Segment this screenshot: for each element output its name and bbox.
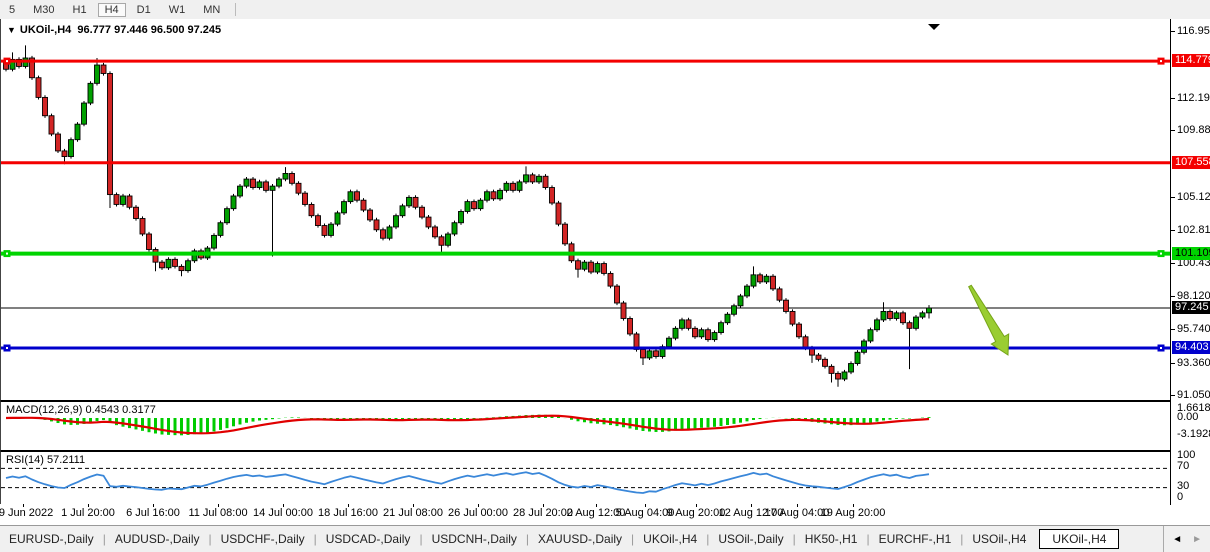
candlestick-chart — [1, 19, 1171, 399]
rsi-value: 57.2111 — [47, 454, 85, 466]
chart-tab-eurusd-daily[interactable]: EURUSD-,Daily — [0, 529, 103, 549]
timeframe-button-w1[interactable]: W1 — [162, 3, 193, 17]
time-axis-label: 18 Jul 16:00 — [318, 507, 378, 519]
chart-tab-audusd-daily[interactable]: AUDUSD-,Daily — [106, 529, 209, 549]
price-tick — [1171, 329, 1175, 330]
chart-ohlc-values: 96.777 97.446 96.500 97.245 — [77, 24, 221, 36]
price-tick-label: 102.810 — [1177, 224, 1210, 236]
timeframe-button-h1[interactable]: H1 — [66, 3, 94, 17]
time-axis-label: 28 Jul 20:00 — [513, 507, 573, 519]
price-tick-label: 116.950 — [1177, 25, 1210, 37]
price-tick — [1171, 130, 1175, 131]
price-tick — [1171, 31, 1175, 32]
timeframe-button-h4[interactable]: H4 — [98, 3, 126, 17]
macd-values: 0.4543 0.3177 — [85, 404, 155, 416]
price-tick-label: 93.360 — [1177, 357, 1210, 369]
tab-scroll-nav: ◄► — [1163, 526, 1210, 552]
price-tick — [1171, 230, 1175, 231]
price-tick — [1171, 296, 1175, 297]
timeframe-button-5[interactable]: 5 — [2, 3, 22, 17]
price-tick-label: 95.740 — [1177, 323, 1210, 335]
chart-tab-ukoil-h4[interactable]: UKOil-,H4 — [634, 529, 706, 549]
rsi-plot — [1, 452, 1171, 502]
main-chart-panel: ▼ UKOil-,H4 96.777 97.446 96.500 97.245 — [0, 19, 1171, 401]
chart-tab-usdcnh-daily[interactable]: USDCNH-,Daily — [423, 529, 526, 549]
macd-indicator-panel: MACD(12,26,9) 0.4543 0.3177 — [0, 401, 1171, 451]
time-axis-label: 14 Jul 00:00 — [253, 507, 313, 519]
toolbar-separator — [235, 3, 236, 16]
resistance-line-lower-price-badge: 107.558 — [1172, 156, 1210, 169]
chart-tab-usoil-h4[interactable]: USOil-,H4 — [963, 529, 1035, 549]
time-axis-label: 21 Jul 08:00 — [383, 507, 443, 519]
rsi-indicator-panel: RSI(14) 57.2111 — [0, 451, 1171, 505]
time-axis-label: 5 Aug 04:00 — [616, 507, 675, 519]
candles-layer — [4, 45, 932, 386]
time-axis-label: 9 Aug 20:00 — [667, 507, 726, 519]
time-axis[interactable]: 29 Jun 2022 1 Jul 20:00 6 Jul 16:00 11 Jul … — [0, 504, 1170, 524]
price-tick — [1171, 395, 1175, 396]
price-tick-label: 91.050 — [1177, 389, 1210, 401]
macd-plot — [1, 402, 1171, 448]
timeframe-toolbar: 5 M30 H1 H4 D1 W1MN — [0, 0, 1210, 20]
chart-tab-bar: EURUSD-,Daily|AUDUSD-,Daily|USDCHF-,Dail… — [0, 525, 1210, 552]
time-axis-label: 26 Jul 00:00 — [448, 507, 508, 519]
chart-title: ▼ UKOil-,H4 96.777 97.446 96.500 97.245 — [7, 24, 221, 36]
price-tick-label: 98.120 — [1177, 290, 1210, 302]
down-arrow-annotation[interactable] — [969, 285, 1009, 355]
time-axis-label: 6 Jul 16:00 — [126, 507, 180, 519]
rsi-label: RSI(14) 57.2111 — [6, 454, 85, 466]
chart-symbol: UKOil-,H4 — [20, 24, 71, 36]
chart-tab-usoil-daily[interactable]: USOil-,Daily — [709, 529, 792, 549]
chart-tab-usdcad-daily[interactable]: USDCAD-,Daily — [317, 529, 420, 549]
price-tick — [1171, 197, 1175, 198]
timeframe-button-m30[interactable]: M30 — [26, 3, 61, 17]
tab-scroll-left-icon[interactable]: ◄ — [1172, 534, 1182, 545]
chart-tab-hk50-h1[interactable]: HK50-,H1 — [796, 529, 867, 549]
time-axis-label: 1 Jul 20:00 — [61, 507, 115, 519]
rsi-line — [6, 472, 929, 493]
macd-label: MACD(12,26,9) 0.4543 0.3177 — [6, 404, 156, 416]
price-tick — [1171, 98, 1175, 99]
chart-tab-usdchf-daily[interactable]: USDCHF-,Daily — [212, 529, 314, 549]
price-tick-label: 112.190 — [1177, 92, 1210, 104]
indicator-scale-label: 0.00 — [1177, 411, 1198, 423]
price-tick — [1171, 363, 1175, 364]
time-axis-label: 29 Jun 2022 — [0, 507, 53, 519]
resistance-line-upper-price-badge: 114.779 — [1172, 54, 1210, 67]
current-bar-marker-icon — [928, 24, 940, 30]
time-axis-label: 11 Jul 08:00 — [188, 507, 247, 519]
indicator-scale-label: 70 — [1177, 460, 1189, 472]
chart-tab-xauusd-daily[interactable]: XAUUSD-,Daily — [529, 529, 631, 549]
indicator-scale-label: -3.1928 — [1177, 428, 1210, 440]
timeframe-button-mn[interactable]: MN — [196, 3, 227, 17]
price-tick-label: 109.880 — [1177, 124, 1210, 136]
price-tick-label: 105.120 — [1177, 191, 1210, 203]
chart-tab-active[interactable]: UKOil-,H4 — [1039, 529, 1119, 549]
chart-tab-eurchf-h1[interactable]: EURCHF-,H1 — [870, 529, 961, 549]
support-line-blue-price-badge: 94.403 — [1172, 341, 1210, 354]
timeframe-button-d1[interactable]: D1 — [130, 3, 158, 17]
tab-scroll-right-icon[interactable]: ► — [1192, 534, 1202, 545]
support-line-green-price-badge: 101.109 — [1172, 247, 1210, 260]
time-axis-label: 19 Aug 20:00 — [821, 507, 886, 519]
current-price-line-price-badge: 97.245 — [1172, 301, 1210, 314]
price-axis[interactable]: 116.950112.190109.880105.120102.810100.4… — [1170, 19, 1210, 504]
indicator-scale-label: 0 — [1177, 491, 1183, 503]
symbol-dropdown-icon[interactable]: ▼ — [7, 25, 16, 35]
price-tick — [1171, 263, 1175, 264]
